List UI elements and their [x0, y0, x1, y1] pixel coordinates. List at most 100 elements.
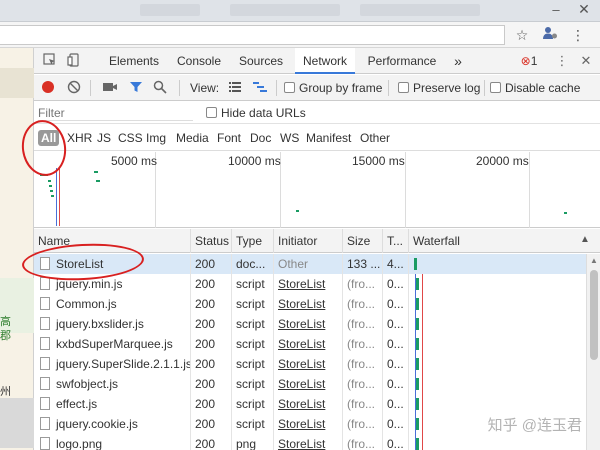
request-size: (fro...	[343, 334, 383, 354]
screenshot-camera-icon[interactable]	[102, 80, 118, 96]
request-name-text: effect.js	[56, 397, 98, 411]
record-icon[interactable]	[40, 80, 56, 96]
type-filter-js[interactable]: JS	[97, 130, 111, 146]
request-size: (fro...	[343, 414, 383, 434]
type-filter-xhr[interactable]: XHR	[67, 130, 92, 146]
type-filter-manifest[interactable]: Manifest	[306, 130, 351, 146]
watermark: 知乎 @连玉君	[487, 417, 582, 434]
tab-performance[interactable]: Performance	[364, 48, 440, 74]
table-row[interactable]: kxbdSuperMarquee.js 200 script StoreList…	[34, 334, 586, 354]
browser-menu-icon[interactable]: ⋮	[568, 25, 588, 45]
request-initiator-link[interactable]: StoreList	[274, 414, 343, 434]
extension-icon[interactable]	[540, 25, 560, 45]
request-initiator-link[interactable]: StoreList	[274, 314, 343, 334]
tab-network[interactable]: Network	[295, 48, 355, 74]
address-bar[interactable]	[0, 25, 505, 45]
search-icon[interactable]	[152, 80, 168, 96]
table-scrollbar[interactable]: ▲	[586, 254, 600, 450]
tab-console[interactable]: Console	[172, 48, 226, 74]
type-filter-css[interactable]: CSS	[118, 130, 143, 146]
device-toolbar-icon[interactable]	[66, 53, 82, 69]
request-type: doc...	[232, 254, 274, 274]
tab-sources[interactable]: Sources	[234, 48, 288, 74]
table-row[interactable]: jquery.SuperSlide.2.1.1.js 200 script St…	[34, 354, 586, 374]
hide-data-urls-checkbox[interactable]: Hide data URLs	[206, 100, 306, 126]
table-row[interactable]: swfobject.js 200 script StoreList (fro..…	[34, 374, 586, 394]
timeline-overview[interactable]: 5000 ms 10000 ms 15000 ms 20000 ms	[34, 152, 600, 228]
disable-cache-checkbox[interactable]: Disable cache	[490, 75, 580, 101]
filter-row: Hide data URLs	[34, 102, 600, 124]
group-by-frame-checkbox[interactable]: Group by frame	[284, 75, 382, 101]
request-initiator-link[interactable]: StoreList	[274, 294, 343, 314]
request-size: (fro...	[343, 374, 383, 394]
table-row[interactable]: jquery.bxslider.js 200 script StoreList …	[34, 314, 586, 334]
type-filter-media[interactable]: Media	[176, 130, 209, 146]
devtools-menu-icon[interactable]: ⋮	[554, 53, 570, 69]
type-filter-img[interactable]: Img	[146, 130, 166, 146]
filter-funnel-icon[interactable]	[128, 80, 144, 96]
table-row[interactable]: Common.js 200 script StoreList (fro... 0…	[34, 294, 586, 314]
column-header-waterfall[interactable]: Waterfall	[409, 229, 600, 253]
request-initiator-link[interactable]: StoreList	[274, 374, 343, 394]
page-content-sliver: 高 郡 州	[0, 48, 34, 450]
column-header-initiator[interactable]: Initiator	[274, 229, 343, 253]
error-counter[interactable]: ⊗1	[514, 53, 544, 69]
table-row[interactable]: effect.js 200 script StoreList (fro... 0…	[34, 394, 586, 414]
minimize-button[interactable]: –	[548, 2, 564, 17]
more-tabs-button[interactable]: »	[448, 48, 468, 74]
filter-input[interactable]	[38, 105, 193, 121]
request-name: kxbdSuperMarquee.js	[34, 334, 191, 354]
window-close-button[interactable]: ✕	[576, 1, 592, 18]
type-filter-other[interactable]: Other	[360, 130, 390, 146]
column-header-status[interactable]: Status	[191, 229, 232, 253]
column-header-size[interactable]: Size	[343, 229, 383, 253]
preserve-log-checkbox[interactable]: Preserve log	[398, 75, 480, 101]
resource-type-filter: All XHR JS CSS Img Media Font Doc WS Man…	[34, 125, 600, 151]
scroll-up-arrow-icon[interactable]: ▲	[590, 256, 598, 265]
table-row[interactable]: logo.png 200 png StoreList (fro... 0...	[34, 434, 586, 450]
type-filter-font[interactable]: Font	[217, 130, 241, 146]
request-initiator-link[interactable]: StoreList	[274, 394, 343, 414]
request-initiator: Other	[274, 254, 343, 274]
checkbox-box	[490, 82, 501, 93]
tab-ghost	[140, 4, 200, 16]
column-header-type[interactable]: Type	[232, 229, 274, 253]
request-name-text: jquery.bxslider.js	[56, 317, 144, 331]
sort-ascending-icon[interactable]: ▲	[580, 234, 590, 245]
request-name-text: swfobject.js	[56, 377, 119, 391]
page-band	[0, 68, 34, 98]
clear-icon[interactable]	[66, 80, 82, 96]
request-initiator-link[interactable]: StoreList	[274, 274, 343, 294]
table-row[interactable]: jquery.min.js 200 script StoreList (fro.…	[34, 274, 586, 294]
overview-request-mark	[49, 185, 52, 187]
devtools-close-icon[interactable]: ✕	[578, 53, 594, 69]
overview-gridline	[405, 152, 406, 228]
waterfall-bar	[416, 438, 419, 450]
script-file-icon	[40, 377, 50, 390]
type-filter-doc[interactable]: Doc	[250, 130, 271, 146]
request-initiator-link[interactable]: StoreList	[274, 434, 343, 450]
browser-tab-strip: – ✕	[0, 0, 600, 22]
request-name: jquery.bxslider.js	[34, 314, 191, 334]
large-rows-icon[interactable]	[227, 80, 243, 96]
column-header-time[interactable]: T...	[383, 229, 409, 253]
type-filter-ws[interactable]: WS	[280, 130, 299, 146]
request-name-text: jquery.cookie.js	[56, 417, 138, 431]
request-type: script	[232, 394, 274, 414]
request-name: Common.js	[34, 294, 191, 314]
request-time: 0...	[383, 434, 409, 450]
request-initiator-link[interactable]: StoreList	[274, 334, 343, 354]
dom-content-loaded-line	[56, 168, 57, 226]
request-time: 0...	[383, 354, 409, 374]
waterfall-bar	[416, 278, 419, 290]
bookmark-star-icon[interactable]: ☆	[512, 25, 532, 45]
error-count: 1	[530, 54, 538, 68]
inspect-element-icon[interactable]	[42, 53, 58, 69]
waterfall-overview-icon[interactable]	[252, 80, 268, 96]
page-text: 高	[0, 316, 11, 328]
request-initiator-link[interactable]: StoreList	[274, 354, 343, 374]
request-status: 200	[191, 414, 232, 434]
request-status: 200	[191, 374, 232, 394]
tab-elements[interactable]: Elements	[104, 48, 164, 74]
scrollbar-thumb[interactable]	[590, 270, 598, 360]
